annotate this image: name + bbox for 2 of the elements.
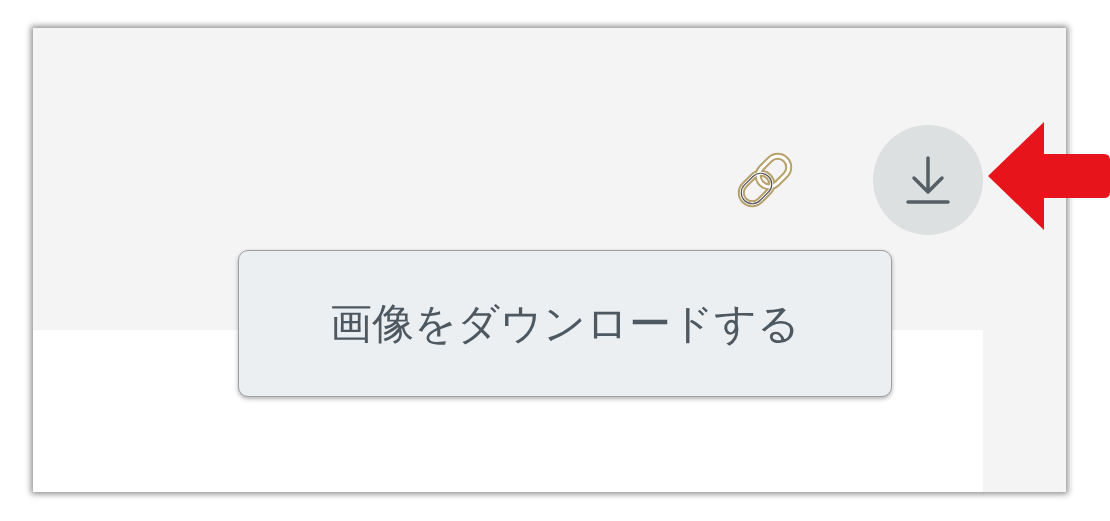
tooltip: 画像をダウンロードする <box>238 250 892 397</box>
arrow-icon <box>988 122 1110 230</box>
